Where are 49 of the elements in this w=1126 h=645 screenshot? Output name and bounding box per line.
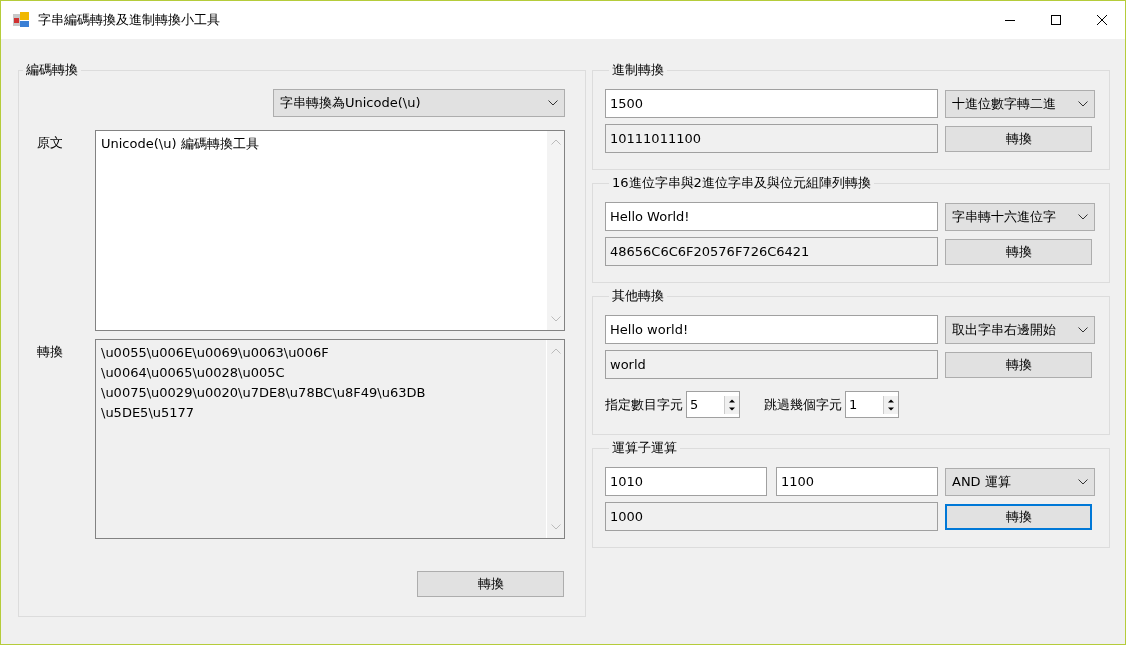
chevron-down-icon	[1078, 100, 1088, 107]
group-title: 編碼轉換	[25, 61, 79, 79]
scroll-down-icon[interactable]	[550, 316, 561, 322]
output-field[interactable]: world	[605, 350, 938, 379]
text-line: \u0064\u0065\u0028\u005C	[101, 364, 286, 382]
field-label: 指定數目字元	[605, 395, 683, 414]
text-line: \u5DE5\u5177	[101, 404, 196, 422]
chevron-down-icon	[1078, 326, 1088, 333]
scroll-up-icon[interactable]	[550, 139, 561, 145]
dropdown[interactable]: 字串轉十六進位字	[945, 202, 1095, 231]
text-area[interactable]: \u0055\u006E\u0069\u0063\u006F \u0064\u0065\u0028\u005C \u0075\u0029\u0020\u7DE8\u78BC\u8F49\u63DB \u5DE5\u5177	[95, 339, 565, 539]
scroll-up-icon[interactable]	[550, 348, 561, 354]
output-field[interactable]: 1000	[605, 502, 938, 531]
convert-button[interactable]: 轉換	[945, 125, 1092, 152]
input-field[interactable]: 1010	[605, 467, 767, 496]
field-label: 跳過幾個字元	[764, 395, 842, 414]
dropdown[interactable]: 取出字串右邊開始	[945, 315, 1095, 344]
dropdown[interactable]: AND 運算	[945, 467, 1095, 496]
app-icon	[12, 11, 30, 29]
close-icon	[1096, 14, 1108, 26]
text-line: \u0055\u006E\u0069\u0063\u006F	[101, 344, 330, 362]
text-area[interactable]: Unicode(\u) 編碼轉換工具	[95, 130, 565, 331]
group-title: 運算子運算	[611, 439, 678, 457]
chevron-down-icon	[1078, 478, 1088, 485]
text-line: \u0075\u0029\u0020\u7DE8\u78BC\u8F49\u63DB	[101, 384, 427, 402]
maximize-icon	[1050, 14, 1062, 26]
group-title: 進制轉換	[611, 61, 665, 79]
field-label: 原文	[36, 134, 64, 152]
chevron-down-icon	[1078, 213, 1088, 220]
field-label: 轉換	[36, 343, 64, 361]
group-title: 其他轉換	[611, 287, 665, 305]
input-field[interactable]: Hello world!	[605, 315, 938, 344]
convert-button[interactable]: 轉換	[945, 503, 1092, 530]
dropdown[interactable]: 字串轉換為Unicode(\u)	[273, 89, 565, 117]
input-field[interactable]: 1500	[605, 89, 938, 118]
number-spinner[interactable]: 1	[845, 391, 899, 418]
output-field[interactable]: 48656C6C6F20576F726C6421	[605, 237, 938, 266]
convert-button[interactable]: 轉換	[945, 238, 1092, 265]
window-title: 字串編碼轉換及進制轉換小工具	[38, 11, 220, 29]
input-field[interactable]: 1100	[776, 467, 938, 496]
chevron-down-icon	[548, 100, 558, 106]
number-spinner[interactable]: 5	[686, 391, 740, 418]
convert-button[interactable]: 轉換	[417, 571, 564, 597]
scroll-down-icon[interactable]	[550, 524, 561, 530]
input-field[interactable]: Hello World!	[605, 202, 938, 231]
convert-button[interactable]: 轉換	[945, 351, 1092, 378]
group-title: 16進位字串與2進位字串及與位元組陣列轉換	[611, 174, 872, 192]
output-field[interactable]: 10111011100	[605, 124, 938, 153]
dropdown[interactable]: 十進位數字轉二進	[945, 89, 1095, 118]
